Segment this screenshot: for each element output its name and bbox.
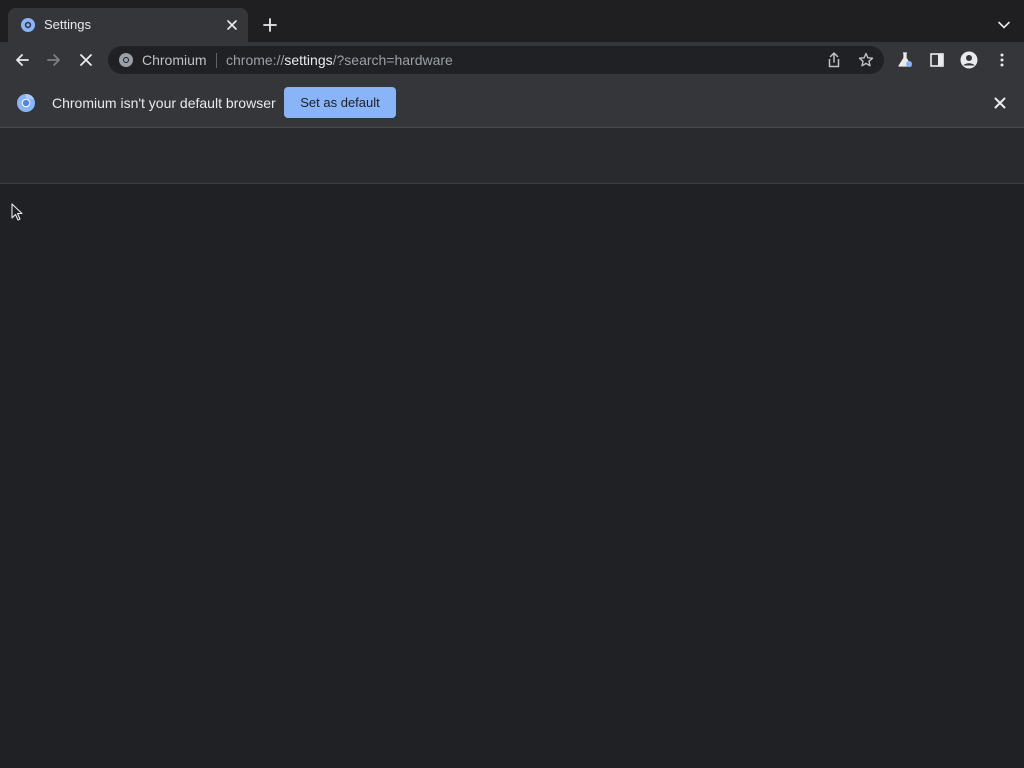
kebab-menu-icon[interactable] [992, 50, 1012, 70]
set-as-default-button[interactable]: Set as default [284, 87, 396, 118]
chromium-logo-icon [16, 93, 36, 113]
stop-icon[interactable] [74, 48, 98, 72]
infobar-message: Chromium isn't your default browser [52, 95, 276, 111]
tab-title: Settings [44, 17, 91, 32]
settings-favicon [20, 17, 36, 33]
url-host: settings [284, 52, 333, 68]
back-arrow-icon[interactable] [10, 48, 34, 72]
url-text[interactable]: chrome://settings/?search=hardware [226, 52, 453, 68]
profile-icon[interactable] [959, 50, 979, 70]
labs-flask-icon[interactable] [895, 50, 915, 70]
omnibox-divider [216, 53, 217, 68]
star-icon[interactable] [856, 50, 876, 70]
close-icon[interactable] [992, 95, 1008, 111]
settings-content [0, 184, 1024, 768]
url-scheme: chrome:// [226, 52, 285, 68]
url-path: /?search=hardware [332, 52, 453, 68]
default-browser-infobar: Chromium isn't your default browser Set … [0, 78, 1024, 128]
mouse-cursor-icon [11, 203, 23, 221]
tab-settings[interactable]: Settings [8, 8, 248, 42]
chevron-down-icon[interactable] [994, 15, 1014, 35]
plus-icon[interactable] [258, 13, 282, 37]
settings-header [0, 128, 1024, 184]
toolbar: Chromium chrome://settings/?search=hardw… [0, 42, 1024, 78]
forward-arrow-icon[interactable] [42, 48, 66, 72]
share-icon[interactable] [824, 50, 844, 70]
tab-strip: Settings [0, 0, 1024, 42]
site-name: Chromium [142, 52, 207, 68]
chromium-icon [118, 52, 134, 68]
omnibox[interactable]: Chromium chrome://settings/?search=hardw… [108, 46, 884, 74]
side-panel-icon[interactable] [927, 50, 947, 70]
close-icon[interactable] [224, 17, 240, 33]
